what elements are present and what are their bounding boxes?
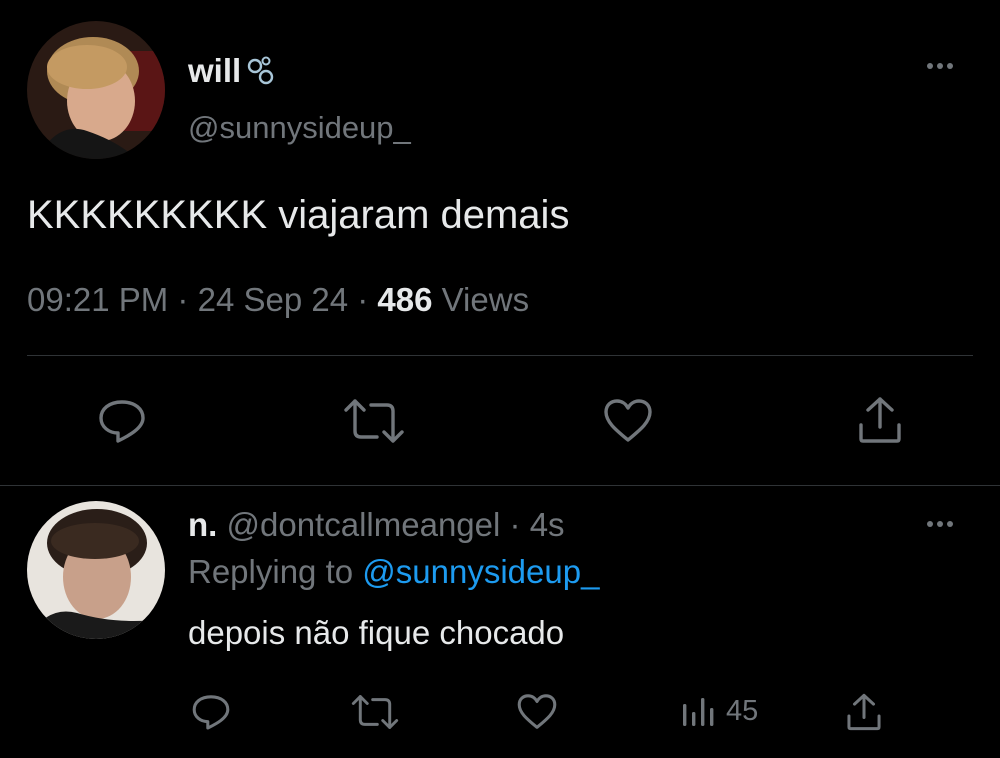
- avatar-photo-icon: [27, 501, 165, 639]
- reply-views-count: 45: [726, 694, 759, 727]
- reply-header: n. @dontcallmeangel · 4s: [188, 506, 565, 544]
- reply-share-button[interactable]: [842, 690, 886, 734]
- meta-separator: ·: [509, 506, 521, 543]
- reply-time[interactable]: 4s: [530, 506, 565, 543]
- author-handle[interactable]: @sunnysideup_: [188, 110, 411, 146]
- like-icon: [604, 399, 652, 442]
- retweet-icon: [351, 695, 399, 729]
- replying-handle-link[interactable]: @sunnysideup_: [362, 553, 599, 590]
- reply-like-button[interactable]: [514, 690, 560, 734]
- reply-handle[interactable]: @dontcallmeangel: [227, 506, 501, 543]
- reply-text: depois não fique chocado: [188, 614, 565, 651]
- tweet-date[interactable]: 24 Sep 24: [198, 281, 348, 318]
- views-count[interactable]: 486: [377, 281, 432, 318]
- tweet-time[interactable]: 09:21 PM: [27, 281, 168, 318]
- replying-to: Replying to @sunnysideup_: [188, 553, 599, 591]
- share-icon: [847, 693, 881, 731]
- meta-separator: ·: [357, 281, 369, 318]
- reply-icon: [99, 400, 145, 443]
- reply-views[interactable]: 45: [680, 694, 758, 728]
- share-button[interactable]: [852, 393, 908, 447]
- meta-separator: ·: [177, 281, 189, 318]
- author-display-name[interactable]: will: [188, 52, 241, 90]
- reply-icon: [192, 695, 230, 730]
- retweet-button[interactable]: [342, 395, 406, 447]
- reply-display-name[interactable]: n.: [188, 506, 217, 543]
- reply-retweet-button[interactable]: [350, 690, 400, 734]
- author-avatar[interactable]: [27, 21, 165, 159]
- more-horizontal-icon[interactable]: [927, 63, 953, 69]
- tweet-meta: 09:21 PM · 24 Sep 24 · 486 Views: [27, 281, 529, 319]
- reply-button[interactable]: [92, 395, 152, 447]
- divider: [27, 355, 973, 356]
- bubbles-emoji-icon: [247, 56, 274, 85]
- like-icon: [517, 694, 557, 729]
- avatar-photo-icon: [27, 21, 165, 159]
- reply-reply-button[interactable]: [188, 690, 234, 734]
- reply-author-avatar[interactable]: [27, 501, 165, 639]
- share-icon: [859, 397, 901, 443]
- like-button[interactable]: [598, 395, 658, 447]
- tweet-text: KKKKKKKKK viajaram demais: [27, 193, 570, 237]
- reply-more-icon[interactable]: [927, 521, 953, 527]
- section-divider: [0, 485, 1000, 486]
- retweet-icon: [344, 399, 404, 443]
- analytics-bars-icon: [683, 698, 714, 726]
- replying-prefix: Replying to: [188, 553, 354, 590]
- views-label[interactable]: Views: [442, 281, 529, 318]
